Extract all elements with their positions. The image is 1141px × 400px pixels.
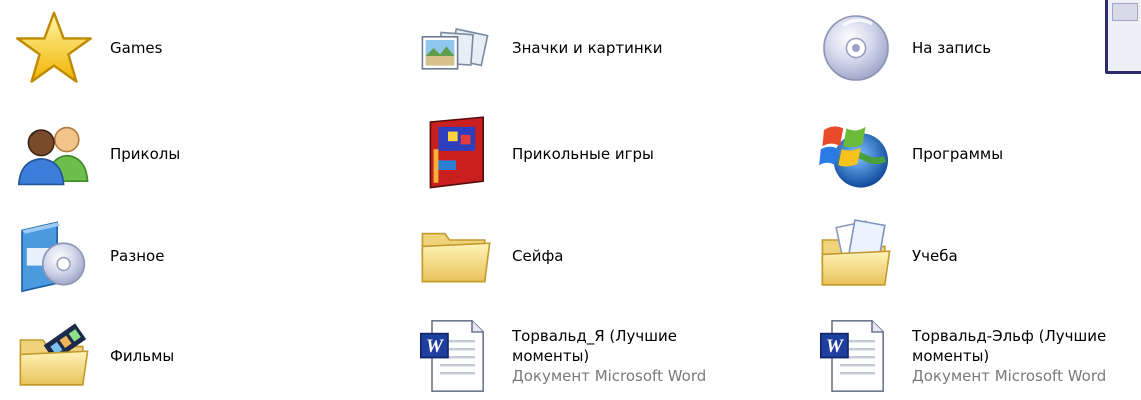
item-label: Торвальд_Я (Лучшие xyxy=(512,327,677,345)
folder-misc[interactable]: Разное xyxy=(10,212,164,300)
word-document-icon: W xyxy=(812,312,900,400)
svg-text:W: W xyxy=(426,336,445,357)
folder-games[interactable]: Games xyxy=(10,4,162,92)
item-label-continuation: моменты) xyxy=(912,347,990,365)
item-label: Учеба xyxy=(912,247,958,265)
cd-icon xyxy=(812,4,900,92)
star-icon xyxy=(10,4,98,92)
users-icon xyxy=(10,110,98,198)
word-document-1[interactable]: W Торвальд_Я (Лучшие моменты) Документ M… xyxy=(412,312,706,400)
folder-to-burn[interactable]: На запись xyxy=(812,4,991,92)
software-cd-icon xyxy=(10,212,98,300)
item-label: Сейфа xyxy=(512,247,564,265)
item-label: Прикольные игры xyxy=(512,145,654,163)
folder-movies[interactable]: Фильмы xyxy=(10,312,174,400)
explorer-file-view: Games Значки и картинки На запись Прикол… xyxy=(0,0,1141,400)
windows-globe-icon xyxy=(812,110,900,198)
item-label-continuation: моменты) xyxy=(512,347,590,365)
item-label: Фильмы xyxy=(110,347,175,365)
item-label: Games xyxy=(110,39,163,57)
folder-fun-games[interactable]: Прикольные игры xyxy=(412,110,654,198)
folder-study[interactable]: Учеба xyxy=(812,212,958,300)
photos-icon xyxy=(412,4,500,92)
item-label: Торвальд-Эльф (Лучшие xyxy=(912,327,1107,345)
folder-icon xyxy=(412,212,500,300)
folder-jokes[interactable]: Приколы xyxy=(10,110,180,198)
item-label: Значки и картинки xyxy=(512,39,663,57)
folder-safe[interactable]: Сейфа xyxy=(412,212,563,300)
item-label-group: Торвальд_Я (Лучшие моменты) Документ Mic… xyxy=(512,326,706,386)
word-document-icon: W xyxy=(412,312,500,400)
item-label: Программы xyxy=(912,145,1004,163)
item-type: Документ Microsoft Word xyxy=(912,367,1107,385)
window-fragment xyxy=(1105,0,1141,74)
svg-text:W: W xyxy=(826,336,845,357)
item-label: На запись xyxy=(912,39,992,57)
item-label: Разное xyxy=(110,247,165,265)
folder-icons-and-pictures[interactable]: Значки и картинки xyxy=(412,4,662,92)
folder-programs[interactable]: Программы xyxy=(812,110,1003,198)
film-folder-icon xyxy=(10,312,98,400)
documents-folder-icon xyxy=(812,212,900,300)
item-label: Приколы xyxy=(110,145,181,163)
game-box-icon xyxy=(412,110,500,198)
word-document-2[interactable]: W Торвальд-Эльф (Лучшие моменты) Докумен… xyxy=(812,312,1106,400)
item-label-group: Торвальд-Эльф (Лучшие моменты) Документ … xyxy=(912,326,1106,386)
item-type: Документ Microsoft Word xyxy=(512,367,707,385)
